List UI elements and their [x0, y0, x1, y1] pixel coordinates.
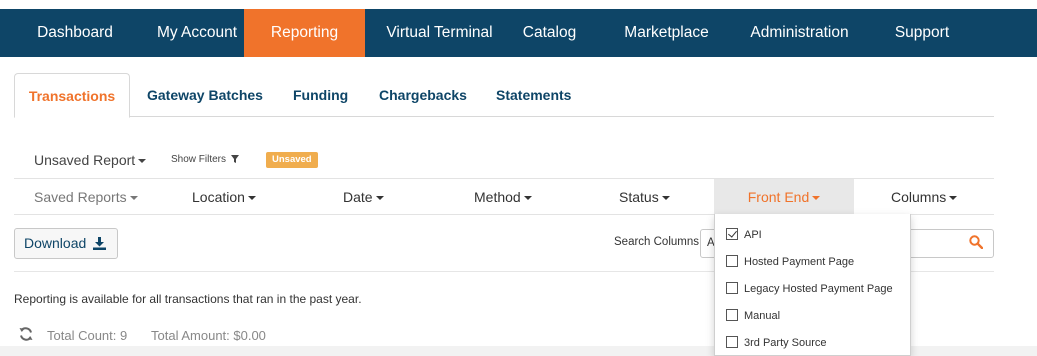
front-end-filter[interactable]: Front End [714, 179, 854, 215]
nav-virtual-terminal[interactable]: Virtual Terminal [365, 9, 514, 57]
tab-transactions[interactable]: Transactions [14, 73, 130, 118]
status-badge: Unsaved [266, 152, 318, 168]
chevron-down-icon [949, 196, 958, 201]
nav-marketplace[interactable]: Marketplace [585, 9, 748, 57]
option-label: API [744, 229, 762, 241]
front-end-option-manual[interactable]: Manual [726, 306, 780, 326]
filter-bar: Saved Reports Location Date Method Statu… [14, 178, 994, 215]
download-icon [93, 237, 107, 250]
saved-reports-dropdown[interactable]: Saved Reports [34, 179, 138, 215]
checkbox[interactable] [726, 255, 738, 267]
option-label: Legacy Hosted Payment Page [744, 283, 893, 295]
status-filter[interactable]: Status [619, 179, 670, 215]
option-label: 3rd Party Source [744, 337, 827, 349]
reporting-tabs: Transactions Gateway Batches Funding Cha… [14, 73, 994, 118]
columns-label: Columns [891, 189, 947, 205]
nav-reporting[interactable]: Reporting [244, 9, 365, 57]
method-filter[interactable]: Method [474, 179, 532, 215]
download-label: Download [24, 235, 87, 251]
search-icon[interactable] [969, 235, 983, 249]
saved-reports-label: Saved Reports [34, 189, 127, 205]
front-end-option-3rd-party-source[interactable]: 3rd Party Source [726, 333, 827, 353]
chevron-down-icon [523, 196, 532, 201]
columns-dropdown[interactable]: Columns [891, 179, 958, 215]
nav-catalog[interactable]: Catalog [514, 9, 585, 57]
checkbox-checked[interactable] [726, 228, 738, 240]
location-filter[interactable]: Location [192, 179, 256, 215]
tab-statements[interactable]: Statements [496, 73, 571, 117]
nav-dashboard[interactable]: Dashboard [0, 9, 150, 57]
option-label: Hosted Payment Page [744, 256, 855, 268]
front-end-dropdown-menu: API Hosted Payment Page Legacy Hosted Pa… [714, 214, 911, 356]
filter-icon [230, 155, 239, 163]
nav-administration[interactable]: Administration [748, 9, 851, 57]
top-navigation: Dashboard My Account Reporting Virtual T… [0, 9, 1037, 57]
date-filter[interactable]: Date [343, 179, 384, 215]
front-end-option-hosted-payment-page[interactable]: Hosted Payment Page [726, 252, 854, 272]
nav-support[interactable]: Support [851, 9, 993, 57]
chevron-down-icon [375, 196, 384, 201]
unsaved-report-label: Unsaved Report [34, 152, 136, 168]
checkbox[interactable] [726, 282, 738, 294]
unsaved-report-dropdown[interactable]: Unsaved Report [34, 152, 147, 168]
tab-chargebacks[interactable]: Chargebacks [379, 73, 467, 117]
tab-gateway-batches[interactable]: Gateway Batches [147, 73, 263, 117]
show-filters-label: Show Filters [171, 154, 227, 165]
front-end-option-legacy-hosted-payment-page[interactable]: Legacy Hosted Payment Page [726, 279, 893, 299]
reporting-notice: Reporting is available for all transacti… [14, 292, 362, 306]
location-filter-label: Location [192, 189, 245, 205]
tab-funding[interactable]: Funding [293, 73, 348, 117]
report-controls: Unsaved Report Show Filters Unsaved [14, 146, 994, 174]
download-button[interactable]: Download [14, 228, 118, 259]
chevron-down-icon [129, 196, 138, 201]
total-count: Total Count: 9 [47, 328, 128, 343]
search-columns-label: Search Columns: [614, 236, 703, 248]
status-filter-label: Status [619, 189, 659, 205]
checkbox[interactable] [726, 309, 738, 321]
show-filters-toggle[interactable]: Show Filters [171, 154, 239, 165]
nav-my-account[interactable]: My Account [150, 9, 244, 57]
total-amount: Total Amount: $0.00 [151, 328, 266, 343]
method-filter-label: Method [474, 189, 521, 205]
front-end-filter-label: Front End [747, 189, 810, 205]
chevron-down-icon [661, 196, 670, 201]
refresh-icon[interactable] [18, 326, 34, 342]
checkbox[interactable] [726, 336, 738, 348]
chevron-down-icon [138, 159, 147, 164]
chevron-down-icon [247, 196, 256, 201]
option-label: Manual [744, 310, 781, 322]
chevron-down-icon [812, 196, 821, 201]
date-filter-label: Date [343, 189, 373, 205]
front-end-option-api[interactable]: API [726, 225, 762, 245]
